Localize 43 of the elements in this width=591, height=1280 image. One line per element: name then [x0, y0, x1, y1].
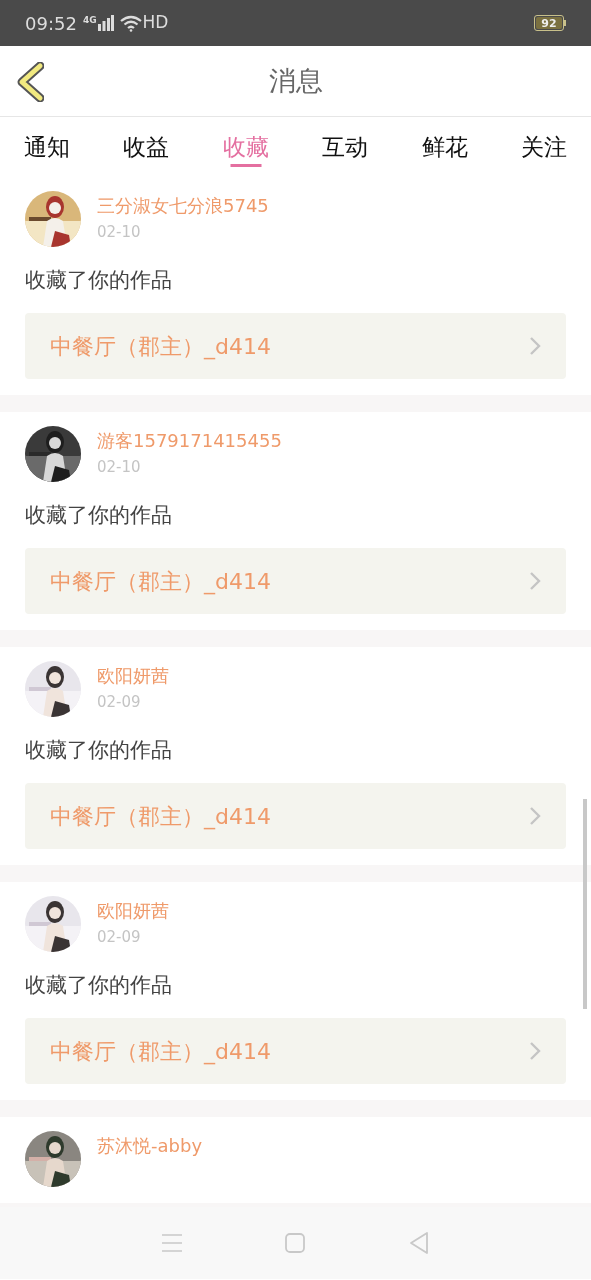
tab[interactable]: 关注: [510, 117, 577, 177]
user-name[interactable]: 欧阳妍茜: [97, 898, 169, 924]
message-date: 02-09: [97, 927, 142, 948]
user-name[interactable]: 欧阳妍茜: [97, 663, 169, 689]
work-link-card[interactable]: 中餐厅（郡主）_d414: [25, 313, 566, 379]
message-text: 收藏了你的作品: [25, 502, 173, 529]
message-text: 收藏了你的作品: [25, 737, 173, 764]
chevron-right-icon: [529, 1041, 541, 1061]
work-title: 中餐厅（郡主）_d414: [50, 802, 271, 832]
hd-label: HD: [142, 11, 169, 35]
battery-icon: 92: [534, 15, 566, 31]
chevron-right-icon: [529, 806, 541, 826]
message-date: 02-10: [97, 222, 142, 243]
work-link-card[interactable]: 中餐厅（郡主）_d414: [25, 1018, 566, 1084]
tab[interactable]: 互动: [312, 117, 379, 177]
message-text: 收藏了你的作品: [25, 972, 173, 999]
message-date: 02-10: [97, 457, 142, 478]
wifi-icon: [119, 14, 142, 32]
network-label: 4G: [82, 14, 97, 27]
tab[interactable]: 收藏: [212, 117, 279, 177]
tab[interactable]: 收益: [113, 117, 180, 177]
chevron-right-icon: [529, 571, 541, 591]
menu-icon[interactable]: [160, 1233, 183, 1253]
work-title: 中餐厅（郡主）_d414: [50, 332, 271, 362]
home-icon[interactable]: [284, 1232, 307, 1254]
message-date: 02-09: [97, 692, 142, 713]
tab[interactable]: 鲜花: [411, 117, 478, 177]
user-name[interactable]: 三分淑女七分浪5745: [97, 193, 269, 219]
work-link-card[interactable]: 中餐厅（郡主）_d414: [25, 783, 566, 849]
message-text: 收藏了你的作品: [25, 267, 173, 294]
status-time: 09:52: [25, 11, 77, 36]
tab-underline: [230, 164, 262, 167]
back-icon[interactable]: [16, 62, 44, 102]
work-title: 中餐厅（郡主）_d414: [50, 567, 271, 597]
back-nav-icon[interactable]: [408, 1231, 431, 1255]
page-title: 消息: [268, 63, 323, 98]
chevron-right-icon: [529, 336, 541, 356]
signal-icon: [97, 15, 114, 31]
tab[interactable]: 通知: [14, 117, 80, 177]
work-title: 中餐厅（郡主）_d414: [50, 1037, 271, 1067]
work-link-card[interactable]: 中餐厅（郡主）_d414: [25, 548, 566, 614]
user-name[interactable]: 苏沐悦-abby: [97, 1133, 203, 1159]
user-name[interactable]: 游客1579171415455: [97, 428, 282, 454]
